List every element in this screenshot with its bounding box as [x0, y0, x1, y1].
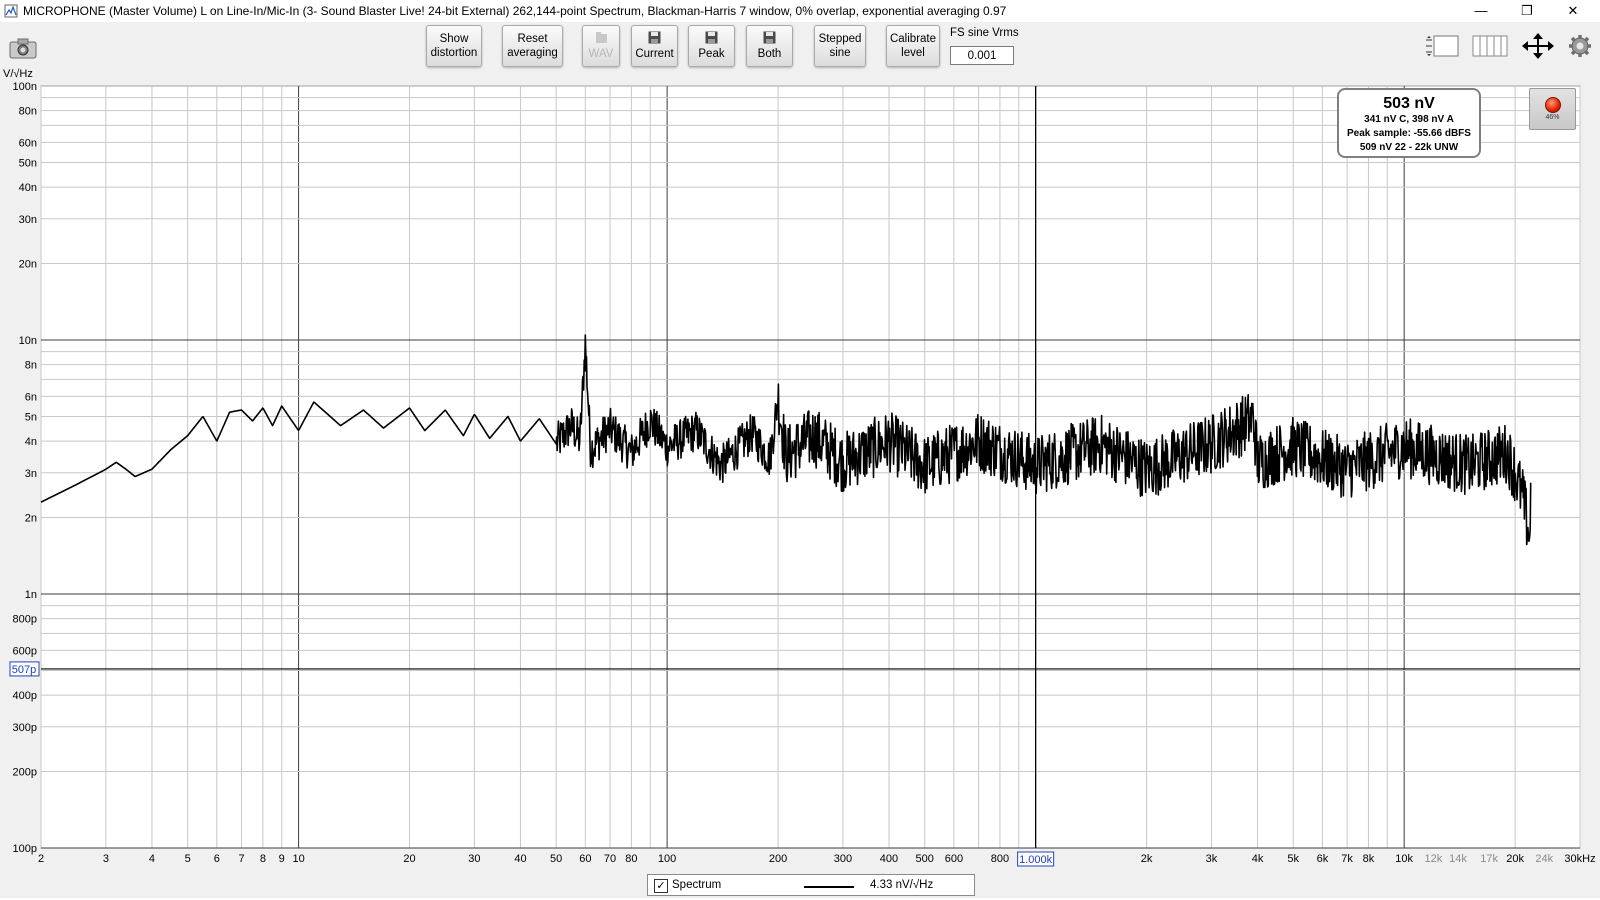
y-tick-label: 6n: [25, 391, 37, 403]
x-tick-label: 2: [38, 853, 44, 865]
y-tick-label: 80n: [19, 106, 37, 118]
cursor-y-label: 507p: [12, 664, 36, 676]
readout-unweighted-level: 509 nV 22 - 22k UNW: [1359, 142, 1459, 153]
input-level-percent: 46%: [1545, 114, 1560, 121]
legend-line-swatch: [804, 886, 854, 888]
x-tick-label: 50: [550, 853, 562, 865]
x-tick-label: 7k: [1341, 853, 1353, 865]
spectrum-checkbox[interactable]: ✓: [654, 879, 668, 893]
readout-weighted-levels: 341 nV C, 398 nV A: [1364, 114, 1454, 125]
y-tick-label: 400p: [13, 690, 37, 702]
x-tick-label: 2k: [1141, 853, 1153, 865]
y-tick-label: 8n: [25, 360, 37, 372]
y-tick-label: 600p: [13, 645, 37, 657]
x-tick-label: 600: [945, 853, 963, 865]
legend: ✓ Spectrum 4.33 nV/√Hz: [647, 874, 975, 896]
x-tick-label: 500: [916, 853, 934, 865]
readout-main-level: 503 nV: [1383, 95, 1435, 112]
y-tick-label: 60n: [19, 137, 37, 149]
x-tick-label: 14k: [1449, 853, 1467, 865]
y-tick-label: 30n: [19, 214, 37, 226]
y-tick-label: 20n: [19, 259, 37, 271]
x-tick-label: 3: [103, 853, 109, 865]
y-tick-label: 100n: [13, 81, 37, 93]
x-tick-label: 17k: [1480, 853, 1498, 865]
x-tick-label: 4: [149, 853, 155, 865]
cursor-x-label: 1.000k: [1019, 854, 1053, 866]
x-tick-label: 5: [185, 853, 191, 865]
x-tick-label: 10: [292, 853, 304, 865]
x-tick-label: 4k: [1252, 853, 1264, 865]
x-tick-label: 40: [514, 853, 526, 865]
x-tick-label: 400: [880, 853, 898, 865]
y-tick-label: 300p: [13, 722, 37, 734]
y-tick-label: 10n: [19, 335, 37, 347]
x-tick-label: 200: [769, 853, 787, 865]
y-tick-label: 4n: [25, 436, 37, 448]
legend-series-name: Spectrum: [672, 879, 722, 891]
x-tick-label: 7: [238, 853, 244, 865]
y-tick-label: 1n: [25, 589, 37, 601]
y-tick-label: 50n: [19, 157, 37, 169]
y-tick-label: 5n: [25, 411, 37, 423]
x-tick-label: 30: [468, 853, 480, 865]
y-tick-label: 800p: [13, 614, 37, 626]
x-tick-label: 800: [991, 853, 1009, 865]
input-level-button[interactable]: 46%: [1529, 88, 1576, 130]
level-readout: 503 nV 341 nV C, 398 nV A Peak sample: -…: [1337, 88, 1481, 158]
x-tick-label: 8: [260, 853, 266, 865]
y-tick-label: 3n: [25, 468, 37, 480]
x-tick-label: 12k: [1424, 853, 1442, 865]
x-tick-label: 70: [604, 853, 616, 865]
x-tick-label: 6: [214, 853, 220, 865]
legend-series-value: 4.33 nV/√Hz: [870, 879, 934, 891]
x-tick-label: 100: [658, 853, 676, 865]
record-indicator-icon: [1544, 97, 1561, 113]
y-tick-label: 40n: [19, 182, 37, 194]
readout-peak-sample: Peak sample: -55.66 dBFS: [1347, 128, 1471, 139]
y-tick-label: 200p: [13, 767, 37, 779]
x-tick-label: 20: [403, 853, 415, 865]
x-tick-label: 5k: [1287, 853, 1299, 865]
x-tick-label: 10k: [1395, 853, 1413, 865]
x-tick-label: 300: [834, 853, 852, 865]
y-tick-label: 2n: [25, 513, 37, 525]
y-tick-label: 100p: [13, 843, 37, 855]
x-tick-label: 3k: [1206, 853, 1218, 865]
x-tick-label: 24k: [1535, 853, 1553, 865]
x-tick-label: 20k: [1506, 853, 1524, 865]
x-tick-label: 9: [279, 853, 285, 865]
x-tick-label: 60: [579, 853, 591, 865]
x-tick-label: 8k: [1363, 853, 1375, 865]
x-tick-label: 6k: [1317, 853, 1329, 865]
x-tick-label: 30kHz: [1564, 853, 1595, 865]
x-tick-label: 80: [625, 853, 637, 865]
